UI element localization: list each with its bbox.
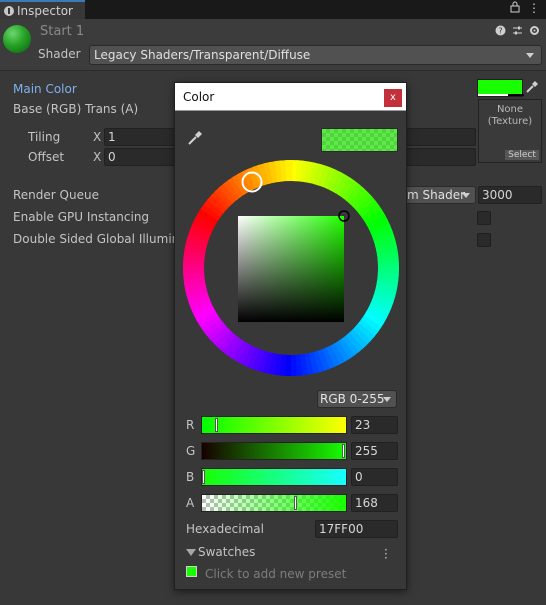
- offset-x-field[interactable]: 0: [104, 148, 176, 166]
- more-icon[interactable]: · · ·: [384, 544, 388, 564]
- tabbar-controls: ⋮: [510, 1, 540, 16]
- main-color-swatch[interactable]: [477, 79, 524, 97]
- svg-text:?: ?: [498, 27, 502, 36]
- more-icon[interactable]: ⋮: [528, 1, 540, 16]
- channel-g-thumb[interactable]: [342, 444, 345, 458]
- gpu-instancing-checkbox[interactable]: [477, 211, 491, 225]
- info-icon: [4, 5, 14, 16]
- channel-a-label: A: [186, 496, 195, 510]
- channel-b-label: B: [186, 470, 195, 484]
- double-sided-gi-label: Double Sided Global Illumina: [13, 232, 187, 246]
- render-queue-value[interactable]: 3000: [478, 186, 542, 204]
- offset-label: Offset: [28, 150, 65, 164]
- gpu-instancing-label: Enable GPU Instancing: [13, 210, 150, 224]
- swatches-label[interactable]: Swatches: [198, 545, 255, 559]
- channel-b-slider[interactable]: [201, 468, 347, 486]
- shader-value: Legacy Shaders/Transparent/Diffuse: [94, 48, 311, 62]
- alpha-bar: [478, 94, 508, 96]
- preset-icon[interactable]: [512, 25, 523, 39]
- color-window-titlebar[interactable]: Color x: [175, 83, 406, 111]
- channel-b-thumb[interactable]: [202, 470, 205, 484]
- render-queue-dropdown[interactable]: m Shader: [404, 186, 476, 204]
- color-window-title: Color: [183, 90, 215, 104]
- tiling-x-field[interactable]: 1: [104, 128, 176, 146]
- lock-icon[interactable]: [510, 1, 520, 16]
- eyedropper-icon[interactable]: [525, 80, 541, 96]
- settings-icon[interactable]: [529, 25, 540, 39]
- alpha-bar-rest: [508, 94, 524, 96]
- chevron-down-icon: [383, 397, 391, 402]
- tiling-x-label: X: [93, 130, 102, 144]
- offset-x-label: X: [93, 150, 102, 164]
- double-sided-gi-checkbox[interactable]: [477, 233, 491, 247]
- channel-a-slider[interactable]: [201, 494, 347, 512]
- chevron-down-icon: [462, 193, 470, 198]
- color-preview: [321, 128, 398, 152]
- tab-inspector[interactable]: Inspector: [0, 0, 85, 19]
- render-queue-label: Render Queue: [13, 188, 99, 202]
- tab-label: Inspector: [17, 3, 73, 18]
- header-icons: ?: [495, 25, 540, 39]
- channel-a-thumb[interactable]: [294, 496, 298, 510]
- swatches-toggle-icon[interactable]: [186, 549, 196, 556]
- color-picker-window: Color x RGB 0-255 R 23 G 255 B 0 A 168 H…: [174, 82, 407, 590]
- close-icon: x: [390, 92, 396, 103]
- render-queue-mode: m Shader: [407, 188, 466, 202]
- close-button[interactable]: x: [384, 89, 402, 107]
- channel-r-label: R: [186, 418, 195, 432]
- offset-y-field[interactable]: [406, 148, 476, 166]
- help-icon[interactable]: ?: [495, 25, 506, 39]
- channel-r-thumb[interactable]: [214, 418, 218, 432]
- hex-label: Hexadecimal: [186, 522, 264, 536]
- sv-square-shade: [238, 216, 344, 322]
- main-color-label: Main Color: [13, 82, 77, 96]
- channel-r-value[interactable]: 23: [351, 416, 398, 434]
- texture-none-label: None (Texture): [487, 104, 533, 127]
- tiling-label: Tiling: [28, 130, 61, 144]
- channel-r-slider[interactable]: [201, 416, 347, 434]
- texture-select-button[interactable]: Select: [505, 150, 539, 160]
- channel-g-slider[interactable]: [201, 442, 347, 460]
- channel-a-value[interactable]: 168: [351, 494, 398, 512]
- channel-g-label: G: [186, 444, 196, 458]
- chevron-down-icon: [526, 53, 534, 58]
- shader-label: Shader: [38, 47, 81, 61]
- base-texture-label: Base (RGB) Trans (A): [13, 102, 139, 116]
- hex-field[interactable]: 17FF00: [315, 520, 398, 538]
- tiling-y-field[interactable]: [406, 128, 476, 146]
- preset-add-swatch[interactable]: [186, 566, 197, 577]
- color-mode-dropdown[interactable]: RGB 0-255: [317, 390, 397, 408]
- material-preview-sphere: [3, 25, 31, 53]
- channel-b-value[interactable]: 0: [351, 468, 398, 486]
- shader-dropdown[interactable]: Legacy Shaders/Transparent/Diffuse: [89, 45, 542, 65]
- channel-g-value[interactable]: 255: [351, 442, 398, 460]
- color-mode-value: RGB 0-255: [320, 392, 385, 406]
- preset-hint: Click to add new preset: [205, 567, 347, 581]
- color-wheel[interactable]: [182, 159, 400, 377]
- object-name: Start 1: [40, 24, 85, 39]
- eyedropper-icon[interactable]: [186, 129, 204, 147]
- texture-slot[interactable]: None (Texture) Select: [478, 99, 542, 163]
